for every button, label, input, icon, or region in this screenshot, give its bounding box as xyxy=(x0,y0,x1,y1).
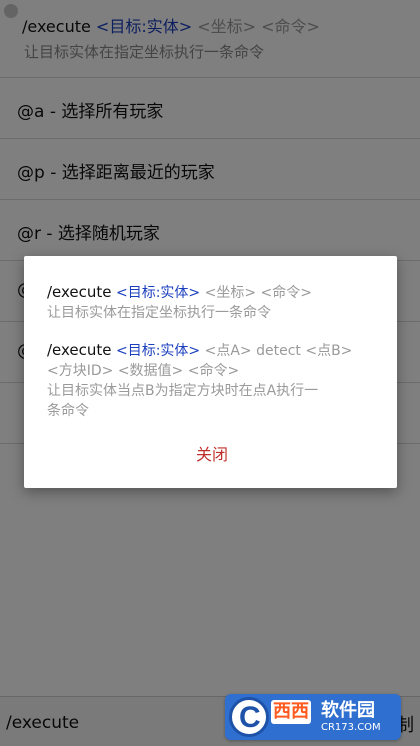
entry2-target: <目标:实体> xyxy=(115,343,201,359)
entry2-args: <点A> detect <点B> xyxy=(204,343,353,359)
watermark-badge: C 西西 软件园 CR173.COM xyxy=(225,694,401,740)
brand-name-a: 西西 xyxy=(271,700,311,724)
entry1-command: /execute xyxy=(47,283,112,301)
entry1-syntax: /execute <目标:实体> <坐标> <命令> xyxy=(47,282,312,302)
entry2-description-cont: 条命令 xyxy=(47,403,89,419)
brand-name-b: 软件园 xyxy=(321,700,375,721)
help-dialog: /execute <目标:实体> <坐标> <命令> 让目标实体在指定坐标执行一… xyxy=(24,256,397,488)
entry2-command: /execute xyxy=(47,341,112,359)
entry2-description: 让目标实体当点B为指定方块时在点A执行一 xyxy=(47,383,319,399)
entry1-description: 让目标实体在指定坐标执行一条命令 xyxy=(47,305,271,321)
brand-url: CR173.COM xyxy=(321,722,381,733)
logo-letter: C xyxy=(239,701,261,734)
entry1-args: <坐标> <命令> xyxy=(204,285,312,301)
entry1-target: <目标:实体> xyxy=(115,285,201,301)
entry2-args-cont: <方块ID> <数据值> <命令> xyxy=(47,363,240,379)
brand-logo-icon: C xyxy=(229,697,269,737)
entry2-syntax: /execute <目标:实体> <点A> detect <点B> xyxy=(47,340,352,360)
close-button[interactable]: 关闭 xyxy=(182,442,242,468)
